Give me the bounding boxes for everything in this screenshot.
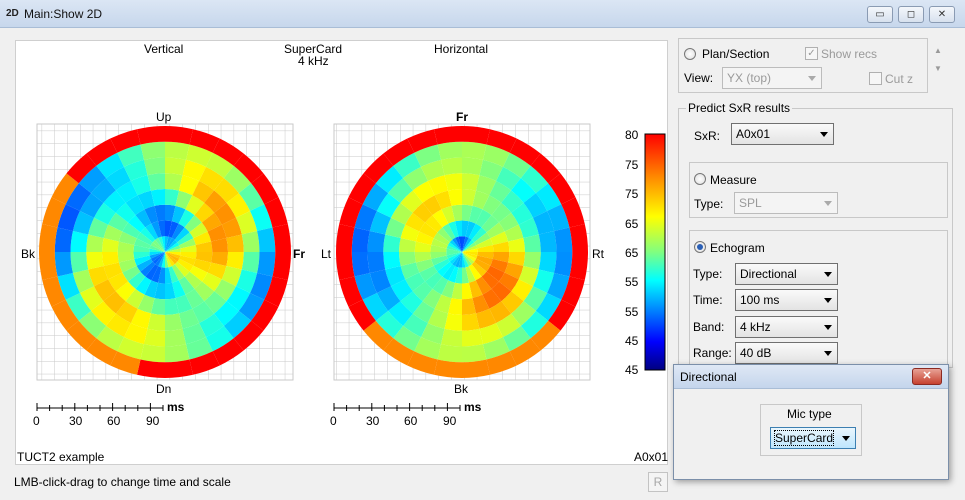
color-scale-bar (644, 133, 666, 371)
dialog-title-bar: Directional ✕ (674, 365, 948, 389)
scale-label: 65 (625, 217, 639, 231)
time-label: Time: (693, 293, 723, 307)
horiz-label-rt: Rt (592, 247, 604, 261)
dialog-close-button[interactable]: ✕ (912, 368, 942, 385)
scale-label: 80 (625, 128, 639, 142)
tick-label: 60 (404, 414, 418, 428)
mic-type-label: Mic type (787, 407, 832, 421)
horiz-label-lt: Lt (321, 247, 332, 261)
tick-label: 30 (366, 414, 380, 428)
scale-label: 55 (625, 305, 639, 319)
directional-dialog: Directional ✕ Mic type SuperCard (673, 364, 949, 480)
status-hint: LMB-click-drag to change time and scale (14, 475, 231, 489)
r-button[interactable]: R (648, 472, 668, 492)
sxr-label: SxR: (694, 129, 721, 143)
show-recs-label: Show recs (821, 47, 878, 61)
band-dropdown[interactable]: 4 kHz (735, 316, 838, 338)
minimize-button[interactable]: ▭ (867, 6, 893, 23)
view-dropdown[interactable]: YX (top) (722, 67, 822, 89)
tick-label: 90 (146, 414, 160, 428)
vert-label-up: Up (156, 110, 172, 124)
app-icon: 2D (6, 8, 19, 19)
cut-z-checkbox[interactable] (869, 72, 882, 85)
plan-section-radio[interactable] (684, 48, 696, 60)
cut-z-label: Cut z (885, 72, 914, 86)
range-label: Range: (693, 346, 732, 360)
scale-label: 75 (625, 158, 639, 172)
tick-label: 0 (33, 414, 40, 428)
measure-radio[interactable] (694, 173, 706, 185)
vert-label-dn: Dn (156, 382, 172, 396)
tick-label: 60 (107, 414, 121, 428)
vert-label-bk: Bk (21, 247, 36, 261)
echogram-radio[interactable] (694, 241, 706, 253)
scale-label: 75 (625, 187, 639, 201)
tick-label: 90 (443, 414, 457, 428)
scroll-arrows[interactable]: ▲ ▼ (931, 46, 945, 90)
scale-label: 45 (625, 334, 639, 348)
horiz-label-fr: Fr (456, 110, 468, 124)
show-recs-checkbox[interactable]: ✓ (805, 47, 818, 60)
measure-type-label: Type: (694, 197, 724, 211)
view-label: View: (684, 71, 714, 85)
time-dropdown[interactable]: 100 ms (735, 289, 838, 311)
sxr-dropdown[interactable]: A0x01 (731, 123, 834, 145)
time-unit-left: ms (167, 400, 185, 414)
plan-section-label: Plan/Section (702, 47, 770, 61)
scale-label: 65 (625, 246, 639, 260)
window-title: Main:Show 2D (24, 7, 103, 21)
title-bar: 2D Main:Show 2D ▭ ◻ ✕ (0, 0, 965, 28)
status-bar: LMB-click-drag to change time and scale … (0, 470, 965, 500)
predict-title: Predict SxR results (686, 101, 793, 115)
horiz-label-bk: Bk (454, 382, 469, 396)
range-dropdown[interactable]: 40 dB (735, 342, 838, 364)
sxr-id: A0x01 (634, 450, 669, 464)
dialog-title: Directional (680, 370, 737, 384)
maximize-button[interactable]: ◻ (898, 6, 924, 23)
measure-label: Measure (710, 173, 757, 187)
tick-label: 30 (69, 414, 83, 428)
echo-type-label: Type: (693, 267, 723, 281)
mic-type-dropdown[interactable]: SuperCard (770, 427, 856, 449)
horizontal-polar-disc (336, 126, 588, 378)
vertical-polar-disc (39, 126, 291, 378)
scale-label: 45 (625, 363, 639, 377)
time-unit-right: ms (464, 400, 482, 414)
echo-type-dropdown[interactable]: Directional (735, 263, 838, 285)
echogram-label: Echogram (710, 241, 765, 255)
project-name: TUCT2 example (17, 450, 105, 464)
plot-area[interactable]: Vertical SuperCard 4 kHz Horizontal Up D… (15, 40, 668, 465)
scale-label: 55 (625, 275, 639, 289)
close-button[interactable]: ✕ (929, 6, 955, 23)
band-label: Band: (693, 320, 725, 334)
vert-label-fr: Fr (293, 247, 305, 261)
measure-type-dropdown[interactable]: SPL (734, 192, 838, 214)
polar-plots (36, 123, 666, 411)
tick-label: 0 (330, 414, 337, 428)
